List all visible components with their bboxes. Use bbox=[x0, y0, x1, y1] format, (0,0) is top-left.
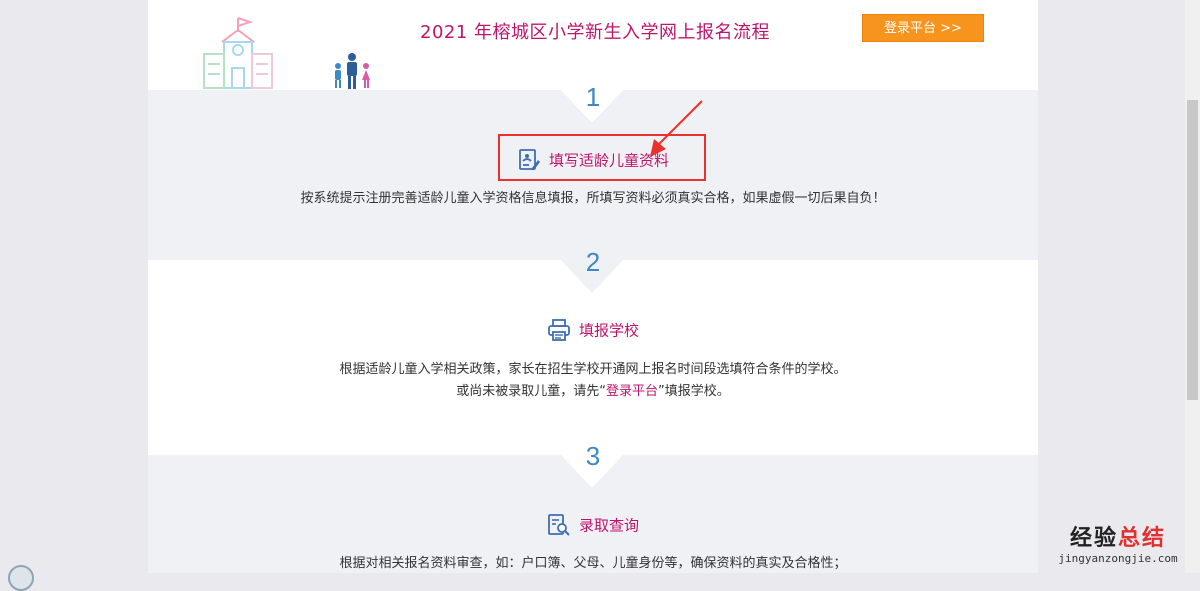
step-3-description: 根据对相关报名资料审查，如：户口簿、父母、儿童身份等，确保资料的真实及合格性； bbox=[339, 556, 847, 571]
scrollbar-thumb[interactable] bbox=[1187, 100, 1198, 400]
step-2-description-line1: 根据适龄儿童入学相关政策，家长在招生学校开通网上报名时间段选填符合条件的学校。 bbox=[339, 362, 847, 377]
floating-widget-icon[interactable] bbox=[8, 565, 34, 591]
watermark: 经验总结 jingyanzongjie.com bbox=[1048, 520, 1188, 565]
login-platform-link[interactable]: 登录平台 bbox=[606, 384, 658, 399]
step-1-number: 1 bbox=[585, 82, 601, 112]
step-2-section: 2 填报学校 根据适龄儿童入学相关政策，家长在招生学校开通网上报名时间段选填符合… bbox=[148, 247, 1038, 455]
step-2-description: 根据适龄儿童入学相关政策，家长在招生学校开通网上报名时间段选填符合条件的学校。 … bbox=[148, 359, 1038, 403]
step-2-number: 2 bbox=[585, 247, 601, 277]
step-3-number: 3 bbox=[585, 441, 601, 471]
pointer-arrow-icon bbox=[650, 100, 703, 157]
step-2-action[interactable]: 填报学校 bbox=[148, 318, 1038, 342]
page-title: 2021 年榕城区小学新生入学网上报名流程 bbox=[420, 22, 771, 43]
login-platform-button[interactable]: 登录平台 >> bbox=[862, 14, 984, 42]
step-1-description: 按系统提示注册完善适龄儿童入学资格信息填报，所填写资料必须真实合格，如果虚假一切… bbox=[300, 191, 886, 206]
watermark-logo: 经验总结 bbox=[1048, 520, 1188, 552]
watermark-part2: 总结 bbox=[1118, 526, 1167, 551]
step-2-desc-text-after: ”填报学校。 bbox=[658, 384, 730, 399]
header: 2021 年榕城区小学新生入学网上报名流程 登录平台 >> bbox=[148, 0, 1038, 90]
step-3-action[interactable]: 录取查询 bbox=[148, 513, 1038, 537]
search-document-icon bbox=[548, 514, 570, 536]
school-illustration-icon bbox=[203, 17, 273, 89]
step-2-desc-text-before: 或尚未被录取儿童，请先“ bbox=[456, 384, 606, 399]
printer-icon bbox=[548, 319, 570, 341]
main-content: 2021 年榕城区小学新生入学网上报名流程 登录平台 >> 1 填写适龄儿童资料… bbox=[148, 0, 1038, 573]
step-2-action-label: 填报学校 bbox=[578, 321, 639, 340]
step-2-description-line2: 或尚未被录取儿童，请先“登录平台”填报学校。 bbox=[148, 381, 1038, 403]
vertical-scrollbar[interactable] bbox=[1185, 0, 1200, 573]
step-3-action-label: 录取查询 bbox=[578, 516, 639, 535]
watermark-url: jingyanzongjie.com bbox=[1058, 552, 1178, 565]
step-3-section: 3 录取查询 根据对相关报名资料审查，如：户口簿、父母、儿童身份等，确保资料的真… bbox=[148, 441, 1038, 573]
watermark-part1: 经验 bbox=[1069, 526, 1118, 551]
